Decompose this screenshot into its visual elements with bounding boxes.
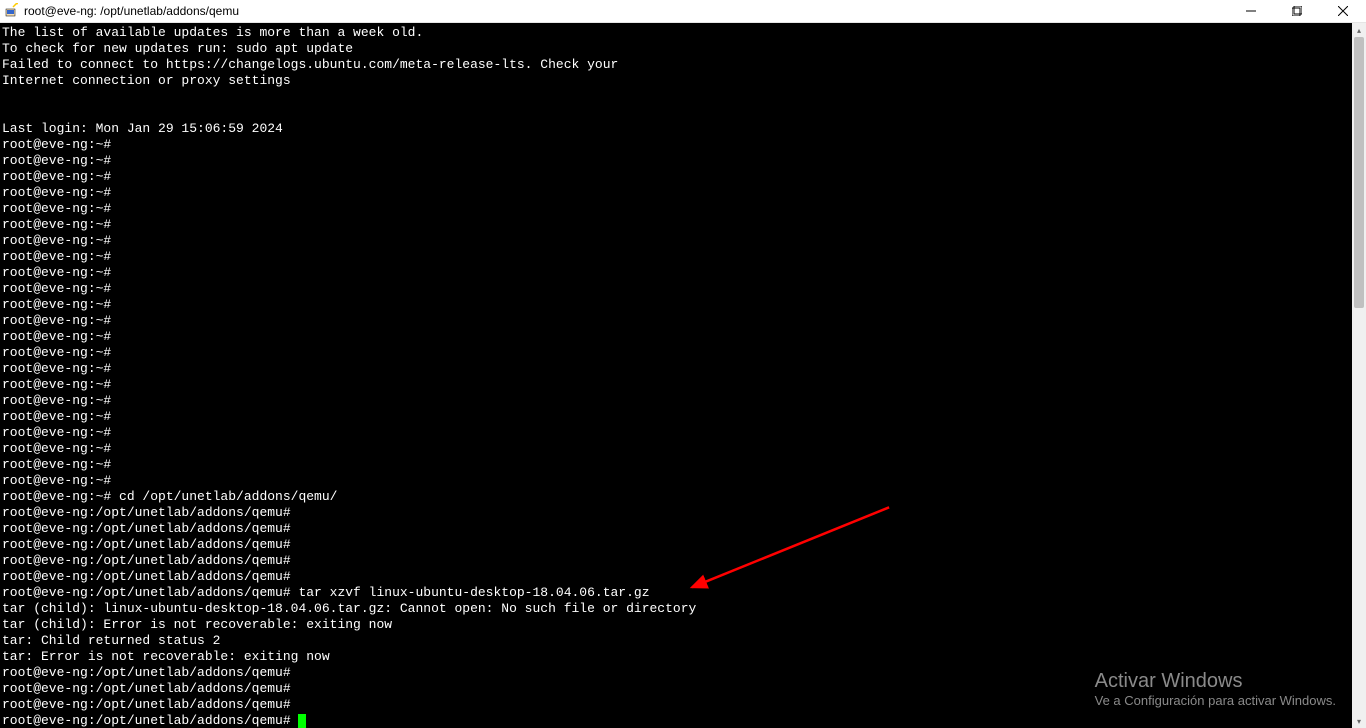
terminal-line: root@eve-ng:~# xyxy=(2,185,1352,201)
scroll-up-arrow-icon[interactable]: ▴ xyxy=(1352,23,1366,37)
window: root@eve-ng: /opt/unetlab/addons/qemu Th… xyxy=(0,0,1366,728)
terminal-line: root@eve-ng:~# xyxy=(2,169,1352,185)
terminal-line: tar: Error is not recoverable: exiting n… xyxy=(2,649,1352,665)
watermark-subtitle: Ve a Configuración para activar Windows. xyxy=(1095,693,1336,708)
windows-activation-watermark: Activar Windows Ve a Configuración para … xyxy=(1095,670,1336,708)
terminal-line: To check for new updates run: sudo apt u… xyxy=(2,41,1352,57)
terminal-line: root@eve-ng:~# xyxy=(2,217,1352,233)
terminal-line: root@eve-ng:~# xyxy=(2,425,1352,441)
scrollbar[interactable]: ▴ ▾ xyxy=(1352,23,1366,728)
terminal-line: root@eve-ng:~# xyxy=(2,137,1352,153)
terminal-line xyxy=(2,89,1352,105)
terminal-line: root@eve-ng:~# xyxy=(2,297,1352,313)
terminal-line: root@eve-ng:~# xyxy=(2,377,1352,393)
window-title: root@eve-ng: /opt/unetlab/addons/qemu xyxy=(24,4,239,18)
watermark-title: Activar Windows xyxy=(1095,670,1336,693)
terminal-line: root@eve-ng:/opt/unetlab/addons/qemu# xyxy=(2,569,1352,585)
window-controls xyxy=(1228,0,1366,22)
cursor-icon xyxy=(298,714,306,728)
terminal-line: root@eve-ng:~# xyxy=(2,201,1352,217)
maximize-button[interactable] xyxy=(1274,0,1320,22)
terminal-line: tar: Child returned status 2 xyxy=(2,633,1352,649)
terminal-line: root@eve-ng:~# xyxy=(2,265,1352,281)
terminal-line: Last login: Mon Jan 29 15:06:59 2024 xyxy=(2,121,1352,137)
terminal-line: root@eve-ng:~# xyxy=(2,233,1352,249)
terminal-line: root@eve-ng:~# cd /opt/unetlab/addons/qe… xyxy=(2,489,1352,505)
terminal-line: root@eve-ng:~# xyxy=(2,393,1352,409)
scroll-down-arrow-icon[interactable]: ▾ xyxy=(1352,714,1366,728)
terminal-line: root@eve-ng:~# xyxy=(2,345,1352,361)
terminal-line: root@eve-ng:~# xyxy=(2,441,1352,457)
terminal-line: root@eve-ng:/opt/unetlab/addons/qemu# xyxy=(2,713,1352,728)
terminal-line: root@eve-ng:~# xyxy=(2,281,1352,297)
terminal-line: root@eve-ng:/opt/unetlab/addons/qemu# xyxy=(2,553,1352,569)
terminal-output[interactable]: The list of available updates is more th… xyxy=(0,23,1352,728)
terminal-line: root@eve-ng:/opt/unetlab/addons/qemu# ta… xyxy=(2,585,1352,601)
terminal-line: tar (child): Error is not recoverable: e… xyxy=(2,617,1352,633)
terminal-line xyxy=(2,105,1352,121)
scroll-thumb[interactable] xyxy=(1354,37,1364,308)
terminal-line: root@eve-ng:~# xyxy=(2,313,1352,329)
close-button[interactable] xyxy=(1320,0,1366,22)
terminal-line: root@eve-ng:/opt/unetlab/addons/qemu# xyxy=(2,537,1352,553)
terminal-line: root@eve-ng:~# xyxy=(2,409,1352,425)
scroll-track[interactable] xyxy=(1352,37,1366,714)
terminal-line: root@eve-ng:~# xyxy=(2,473,1352,489)
putty-icon xyxy=(4,3,20,19)
terminal-line: Internet connection or proxy settings xyxy=(2,73,1352,89)
minimize-button[interactable] xyxy=(1228,0,1274,22)
titlebar[interactable]: root@eve-ng: /opt/unetlab/addons/qemu xyxy=(0,0,1366,23)
terminal-line: tar (child): linux-ubuntu-desktop-18.04.… xyxy=(2,601,1352,617)
terminal-line: root@eve-ng:~# xyxy=(2,249,1352,265)
terminal-line: root@eve-ng:~# xyxy=(2,153,1352,169)
terminal-line: root@eve-ng:~# xyxy=(2,457,1352,473)
terminal-area[interactable]: The list of available updates is more th… xyxy=(0,23,1366,728)
terminal-line: root@eve-ng:/opt/unetlab/addons/qemu# xyxy=(2,505,1352,521)
terminal-line: root@eve-ng:/opt/unetlab/addons/qemu# xyxy=(2,521,1352,537)
terminal-line: root@eve-ng:~# xyxy=(2,361,1352,377)
terminal-line: root@eve-ng:~# xyxy=(2,329,1352,345)
terminal-line: Failed to connect to https://changelogs.… xyxy=(2,57,1352,73)
terminal-line: The list of available updates is more th… xyxy=(2,25,1352,41)
